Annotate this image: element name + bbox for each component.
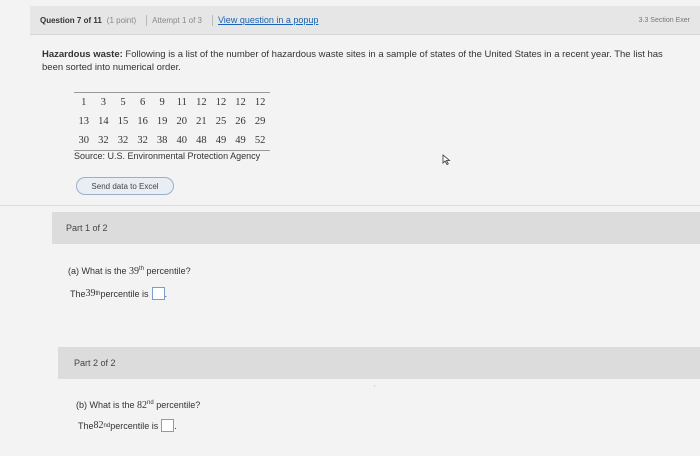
data-table: 1 3 5 6 9 11 12 12 12 12 13 14 15 16 19 … — [74, 92, 270, 151]
header-separator — [146, 14, 148, 26]
table-cell: 13 — [78, 116, 90, 127]
table-cell: 11 — [176, 97, 187, 108]
problem-title: Hazardous waste: — [42, 49, 123, 60]
part1-answer-input[interactable] — [151, 287, 165, 300]
answer-text: The — [78, 420, 94, 431]
question-number: Question 7 of 11 — [40, 15, 102, 25]
table-cell: 48 — [196, 135, 207, 146]
table-cell: 16 — [137, 116, 148, 127]
table-cell: 5 — [120, 97, 126, 108]
page: Question 7 of 11 (1 point) Attempt 1 of … — [0, 0, 700, 456]
question-text: (b) What is the — [76, 400, 138, 410]
table-cell: 26 — [235, 116, 246, 127]
mouse-cursor-icon — [442, 154, 451, 165]
table-cell: 9 — [159, 97, 165, 108]
section-exercises-link[interactable]: 3.3 Section Exer — [639, 17, 690, 24]
table-row: 1 3 5 6 9 11 12 12 12 12 — [74, 93, 270, 112]
part2-header: Part 2 of 2 — [58, 347, 700, 379]
part2-title: Part 2 of 2 — [74, 358, 116, 368]
table-cell: 12 — [215, 97, 227, 108]
table-cell: 1 — [81, 97, 87, 108]
question-text: percentile? — [144, 266, 191, 276]
part1-question: (a) What is the 39th percentile? — [68, 266, 191, 277]
section-divider — [0, 205, 700, 206]
table-cell: 21 — [196, 116, 207, 127]
table-cell: 15 — [117, 116, 129, 127]
ordinal-number: 39 — [129, 266, 140, 277]
question-header-bar: Question 7 of 11 (1 point) Attempt 1 of … — [30, 6, 700, 35]
table-cell: 12 — [235, 97, 246, 108]
table-cell: 6 — [139, 97, 146, 108]
part1-header: Part 1 of 2 — [52, 212, 700, 244]
ordinal-number: 82 — [137, 400, 148, 411]
part2-answer-line: The 82nd percentile is . — [78, 419, 177, 432]
table-cell: 20 — [176, 116, 188, 127]
table-cell: 19 — [156, 116, 168, 127]
answer-text: The — [70, 288, 86, 299]
part1-answer-line: The 39th percentile is . — [70, 287, 168, 300]
table-cell: 49 — [215, 135, 227, 146]
table-cell: 12 — [254, 97, 266, 108]
table-cell: 32 — [117, 135, 129, 146]
table-cell: 29 — [254, 116, 266, 127]
table-cell: 38 — [156, 135, 168, 146]
table-cell: 25 — [215, 116, 227, 127]
table-cell: 40 — [176, 135, 188, 146]
table-row: 13 14 15 16 19 20 21 25 26 29 — [74, 112, 270, 131]
ordinal-number: 82 — [93, 420, 104, 431]
period: . — [164, 288, 168, 299]
table-row: 30 32 32 32 38 40 48 49 49 52 — [74, 131, 270, 150]
part2-answer-input[interactable] — [161, 419, 175, 432]
table-cell: 49 — [235, 135, 246, 146]
data-source: Source: U.S. Environmental Protection Ag… — [74, 151, 261, 161]
part1-title: Part 1 of 2 — [66, 223, 108, 233]
answer-text: percentile is — [100, 288, 149, 299]
table-cell: 32 — [98, 135, 109, 146]
send-to-excel-button[interactable]: Send data to Excel — [76, 177, 174, 195]
question-text: percentile? — [153, 400, 201, 410]
table-cell: 3 — [100, 97, 107, 108]
table-cell: 12 — [196, 97, 207, 108]
table-cell: 32 — [137, 135, 148, 146]
question-text: (a) What is the — [68, 266, 130, 276]
period: . — [174, 420, 177, 431]
part2-body: (b) What is the 82nd percentile? The 82 n… — [70, 390, 670, 450]
header-separator — [211, 14, 213, 26]
answer-text: percentile is — [110, 420, 159, 431]
stray-mark: ‚ — [374, 381, 376, 388]
ordinal-suffix: nd — [147, 400, 154, 406]
part1-body: (a) What is the 39th percentile? The 39 t… — [62, 254, 662, 324]
attempt-label: Attempt 1 of 3 — [152, 15, 202, 25]
problem-statement: Hazardous waste: Following is a list of … — [42, 48, 682, 74]
problem-text: Following is a list of the number of haz… — [42, 49, 663, 73]
table-cell: 52 — [254, 135, 266, 146]
view-in-popup-link[interactable]: View question in a popup — [218, 15, 318, 25]
table-cell: 30 — [78, 135, 90, 146]
points-label: (1 point) — [106, 15, 137, 25]
ordinal-number: 39 — [85, 288, 96, 299]
part2-question: (b) What is the 82nd percentile? — [76, 400, 200, 411]
table-cell: 14 — [98, 116, 109, 127]
